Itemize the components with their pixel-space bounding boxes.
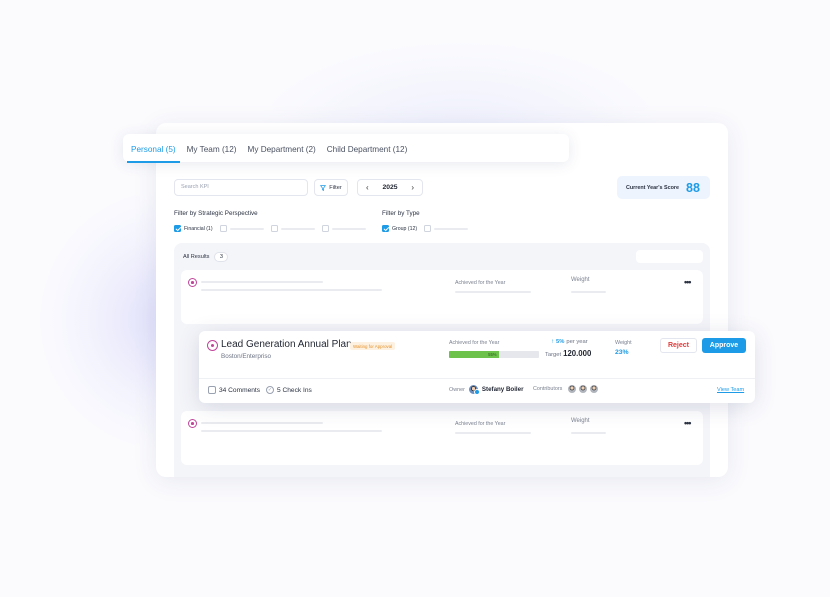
growth-rate: ↑ 5% per year bbox=[551, 339, 588, 345]
results-sort-control[interactable] bbox=[636, 250, 703, 263]
contributor-avatars bbox=[567, 384, 600, 394]
more-options-icon[interactable]: ••• bbox=[684, 418, 692, 428]
owner: Owner Stefany Boiler bbox=[449, 384, 524, 395]
title-placeholder bbox=[201, 422, 323, 424]
chevron-right-icon[interactable]: › bbox=[411, 183, 414, 192]
checkbox-option[interactable] bbox=[321, 225, 329, 232]
chevron-left-icon[interactable]: ‹ bbox=[366, 183, 369, 192]
arrow-up-icon: ↑ bbox=[551, 339, 554, 345]
perspective-filter-options: Financial (1) bbox=[174, 225, 366, 232]
option-placeholder bbox=[331, 227, 366, 230]
results-count: 3 bbox=[214, 252, 229, 262]
year-value: 2025 bbox=[382, 184, 398, 191]
subtitle-placeholder bbox=[201, 289, 382, 291]
kpi-target-icon bbox=[207, 340, 218, 351]
kpi-subtitle: Boston/Enterpriso bbox=[221, 353, 272, 360]
contributors: Contributors bbox=[533, 384, 600, 394]
tab-my-department[interactable]: My Department (2) bbox=[248, 134, 316, 162]
kpi-row-placeholder[interactable] bbox=[181, 411, 703, 465]
filter-button-label: Filter bbox=[329, 184, 342, 191]
owner-avatar[interactable] bbox=[467, 384, 480, 395]
option-placeholder bbox=[229, 227, 264, 230]
checkbox-group-label: Group (12) bbox=[392, 225, 418, 232]
filter-button[interactable]: Filter bbox=[314, 179, 348, 196]
growth-percent: 5% bbox=[556, 339, 565, 345]
perspective-filter-title: Filter by Strategic Perspective bbox=[174, 210, 258, 217]
option-placeholder bbox=[280, 227, 315, 230]
checkbox-group[interactable] bbox=[382, 225, 389, 232]
contributors-label: Contributors bbox=[533, 386, 563, 392]
score-label: Current Year's Score bbox=[626, 184, 680, 191]
comments-count: 34 Comments bbox=[219, 386, 261, 394]
all-results-label: All Results bbox=[183, 254, 210, 260]
approve-button[interactable]: Approve bbox=[702, 338, 746, 353]
score-value: 88 bbox=[686, 180, 700, 195]
check-ins[interactable]: ✓ 5 Check Ins bbox=[266, 386, 312, 394]
comment-icon bbox=[208, 386, 216, 394]
weight-label: Weight bbox=[571, 418, 590, 424]
kpi-title[interactable]: Lead Generation Annual Plan bbox=[221, 339, 352, 350]
card-divider bbox=[199, 378, 755, 379]
growth-text: per year bbox=[566, 339, 588, 345]
tab-personal[interactable]: Personal (5) bbox=[127, 134, 180, 163]
search-input[interactable]: Search KPI bbox=[174, 179, 308, 196]
avatar[interactable] bbox=[567, 384, 578, 394]
checkbox-option[interactable] bbox=[270, 225, 278, 232]
current-year-score: Current Year's Score 88 bbox=[617, 176, 710, 199]
target-label: Target bbox=[545, 352, 562, 358]
achieved-label: Achieved for the Year bbox=[449, 340, 500, 346]
checkbox-option[interactable] bbox=[424, 225, 432, 232]
target: Target 120.000 bbox=[545, 349, 591, 358]
achieved-label: Achieved for the Year bbox=[455, 421, 506, 427]
comments[interactable]: 34 Comments bbox=[208, 386, 260, 394]
achieved-placeholder bbox=[455, 291, 531, 293]
checkbox-financial-label: Financial (1) bbox=[184, 225, 213, 232]
checkbox-financial[interactable] bbox=[174, 225, 181, 232]
progress-text: 55% bbox=[488, 352, 497, 357]
all-results: All Results 3 bbox=[183, 252, 229, 262]
weight-label: Weight bbox=[615, 340, 632, 346]
view-team-link[interactable]: View Team bbox=[717, 387, 744, 393]
weight-value: 23% bbox=[615, 349, 629, 356]
check-in-icon: ✓ bbox=[266, 386, 274, 394]
achieved-placeholder bbox=[455, 432, 531, 434]
progress-fill: 55% bbox=[449, 351, 499, 358]
type-filter-options: Group (12) bbox=[382, 225, 469, 232]
tab-bar: Personal (5) My Team (12) My Department … bbox=[123, 134, 569, 163]
tab-my-team[interactable]: My Team (12) bbox=[187, 134, 237, 162]
year-picker: ‹ 2025 › bbox=[357, 179, 423, 196]
target-value: 120.000 bbox=[563, 349, 592, 358]
achieved-label: Achieved for the Year bbox=[455, 280, 506, 286]
kpi-icon bbox=[188, 278, 197, 287]
more-options-icon[interactable]: ••• bbox=[684, 277, 692, 287]
owner-label: Owner bbox=[449, 386, 465, 393]
subtitle-placeholder bbox=[201, 430, 382, 432]
tab-child-department[interactable]: Child Department (12) bbox=[327, 134, 408, 162]
status-badge: Waiting for Approval bbox=[350, 342, 396, 350]
kpi-icon bbox=[188, 419, 197, 428]
weight-placeholder bbox=[571, 291, 606, 293]
owner-name: Stefany Boiler bbox=[481, 386, 524, 393]
weight-placeholder bbox=[571, 432, 606, 434]
reject-button[interactable]: Reject bbox=[660, 338, 697, 353]
weight-label: Weight bbox=[571, 277, 590, 283]
avatar[interactable] bbox=[589, 384, 600, 394]
title-placeholder bbox=[201, 281, 323, 283]
option-placeholder bbox=[434, 227, 469, 230]
filter-icon bbox=[320, 184, 327, 191]
progress-bar: 55% bbox=[449, 351, 539, 358]
type-filter-title: Filter by Type bbox=[382, 210, 420, 217]
check-ins-count: 5 Check Ins bbox=[277, 386, 312, 394]
avatar[interactable] bbox=[578, 384, 589, 394]
kpi-row-placeholder[interactable] bbox=[181, 270, 703, 324]
checkbox-option[interactable] bbox=[219, 225, 227, 232]
